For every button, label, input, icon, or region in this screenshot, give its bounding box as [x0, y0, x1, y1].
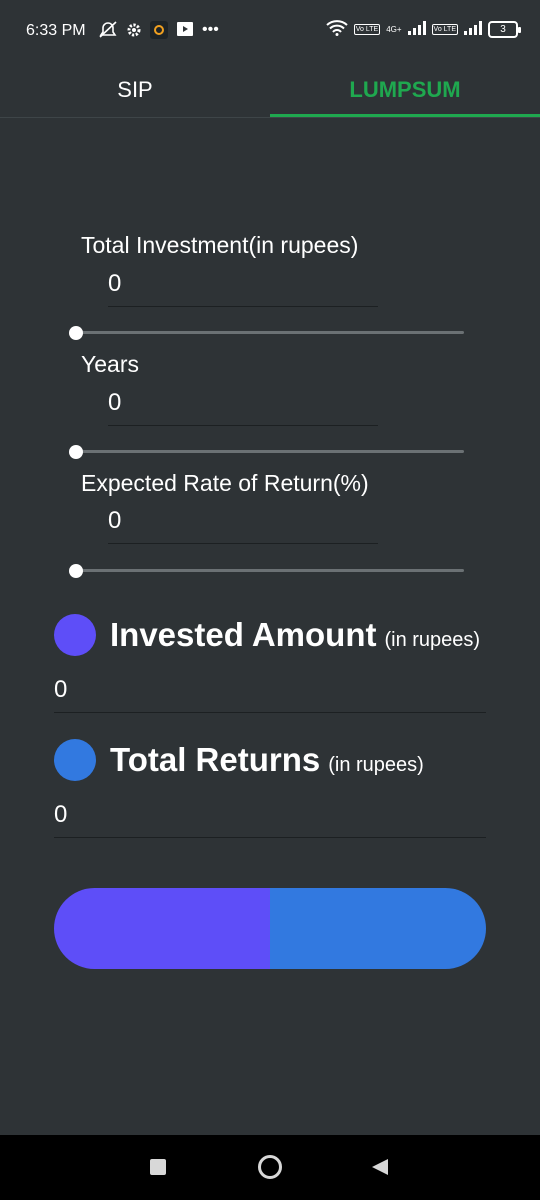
years-label: Years: [81, 351, 139, 377]
invested-amount-title: Invested Amount: [110, 616, 377, 653]
more-icon: •••: [202, 21, 219, 38]
total-investment-input[interactable]: 0: [108, 270, 378, 307]
invested-amount-unit: (in rupees): [384, 629, 481, 651]
slider-thumb[interactable]: [69, 326, 83, 340]
invested-amount-value: 0: [54, 676, 486, 713]
invested-segment: [54, 888, 270, 969]
volte-badge: Vo LTE: [353, 23, 381, 35]
slider-thumb[interactable]: [69, 445, 83, 459]
rate-of-return-slider[interactable]: [69, 564, 464, 578]
recents-button[interactable]: [150, 1159, 166, 1180]
slider-thumb[interactable]: [69, 564, 83, 578]
tab-lumpsum[interactable]: LUMPSUM: [270, 62, 540, 117]
battery-icon: 3: [488, 20, 521, 38]
total-investment-label: Total Investment(in rupees): [81, 232, 359, 258]
wifi-icon: [326, 20, 348, 38]
status-bar: 6:33 PM ••• Vo LTE 4G+ Vo LTE 3: [0, 0, 540, 62]
rate-of-return-input[interactable]: 0: [108, 507, 378, 544]
returns-segment: [270, 888, 486, 969]
screen-icon: [176, 21, 194, 39]
app-notification-icon: [150, 21, 168, 39]
total-returns-title: Total Returns: [110, 741, 321, 778]
returns-color-dot: [54, 739, 96, 781]
years-input[interactable]: 0: [108, 389, 378, 426]
total-returns-heading: Total Returns (in rupees): [110, 741, 424, 779]
network-type: 4G+: [386, 24, 402, 34]
total-investment-slider[interactable]: [69, 326, 464, 340]
invested-amount-heading: Invested Amount (in rupees): [110, 616, 480, 654]
home-button[interactable]: [257, 1154, 283, 1185]
status-time: 6:33 PM: [26, 22, 86, 39]
total-returns-value: 0: [54, 801, 486, 838]
tab-sip[interactable]: SIP: [0, 62, 270, 117]
invested-color-dot: [54, 614, 96, 656]
tab-bar: SIP LUMPSUM: [0, 62, 540, 118]
slider-track: [76, 569, 464, 572]
investment-ratio-bar: [54, 888, 486, 969]
volte-badge-2: Vo LTE: [431, 23, 458, 35]
navigation-bar: [0, 1135, 540, 1200]
signal-icon: [464, 21, 482, 37]
back-button[interactable]: [372, 1159, 388, 1180]
signal-icon: [407, 21, 426, 37]
mute-icon: [98, 21, 118, 39]
slider-track: [76, 450, 464, 453]
rate-of-return-label: Expected Rate of Return(%): [81, 470, 369, 496]
tab-selected-indicator: [270, 114, 540, 117]
settings-icon: [126, 22, 142, 38]
total-returns-unit: (in rupees): [328, 754, 424, 776]
years-slider[interactable]: [69, 445, 464, 459]
slider-track: [76, 331, 464, 334]
